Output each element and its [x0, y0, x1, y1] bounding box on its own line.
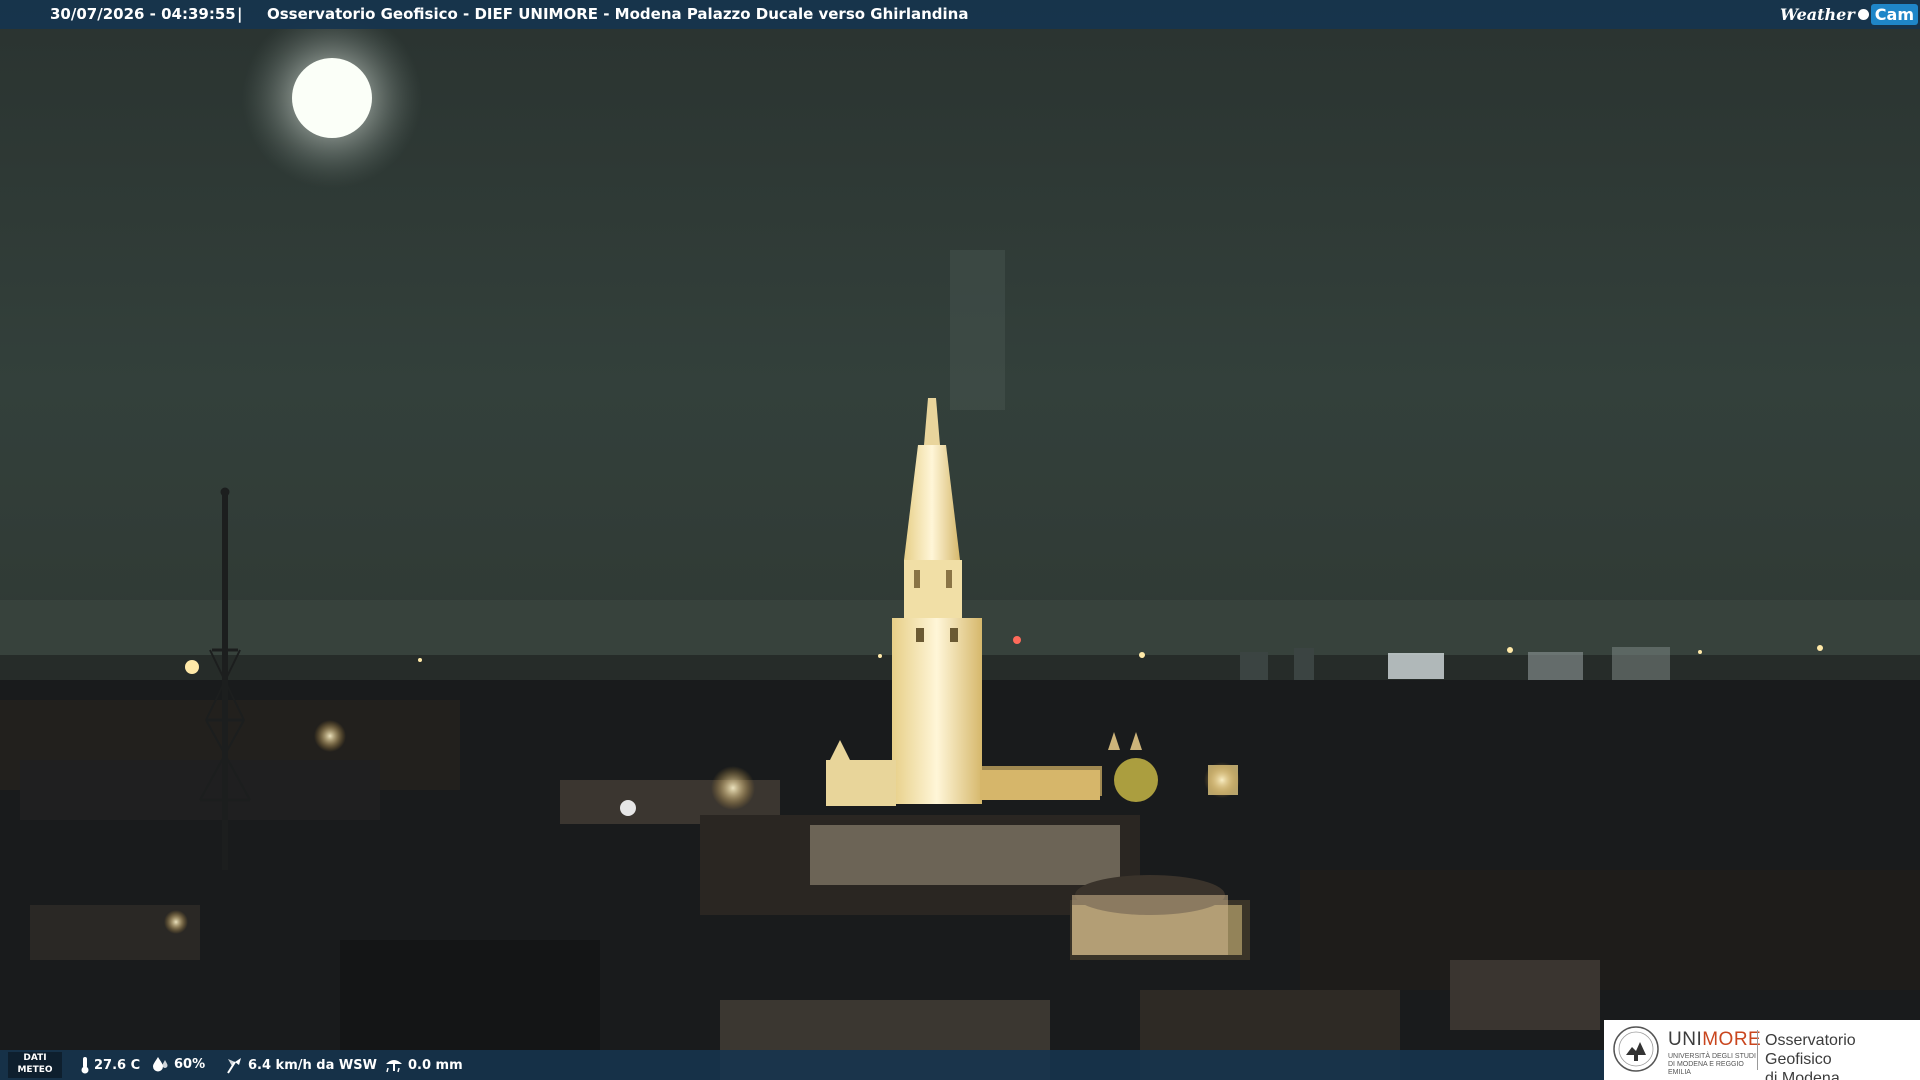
humidity-readout: 60%: [152, 1056, 205, 1072]
wind-icon: [227, 1058, 241, 1074]
observatory-name: Osservatorio Geofisico di Modena: [1765, 1031, 1920, 1080]
wind-readout: 6.4 km/h da WSW: [224, 1056, 377, 1074]
moon: [292, 58, 372, 138]
webcam-image: [0, 0, 1920, 1080]
weathercam-logo-cam: Cam: [1870, 4, 1918, 25]
illuminated-tree: [1114, 758, 1158, 802]
distant-building: [1240, 652, 1268, 682]
temperature-readout: 27.6 C: [80, 1056, 140, 1074]
meteo-bar: DATI METEO 27.6 C 60% 6.4 km/h da WSW 0.…: [0, 1050, 1604, 1080]
weathercam-logo[interactable]: Weather Cam: [1780, 3, 1918, 26]
webcam-frame: 30/07/2026 - 04:39:55 | Osservatorio Geo…: [0, 0, 1920, 1080]
observatory-name-line2: di Modena: [1765, 1070, 1840, 1080]
title-separator: |: [237, 5, 243, 23]
street-lamp-glow: [1204, 762, 1240, 798]
unimore-wordmark: UNIMORE: [1668, 1029, 1761, 1051]
logo-divider: [1757, 1030, 1758, 1070]
dome-drum: [1072, 895, 1228, 955]
wind-value: 6.4 km/h da WSW: [248, 1057, 377, 1073]
street-lamp: [620, 800, 636, 816]
distant-building: [1612, 647, 1670, 680]
unimore-wordmark-uni: UNI: [1668, 1029, 1703, 1050]
street-lamp-glow: [314, 720, 346, 752]
rain-value: 0.0 mm: [408, 1057, 463, 1073]
observatory-name-line1: Osservatorio Geofisico: [1765, 1032, 1856, 1068]
distant-building: [1388, 653, 1444, 679]
street-lamp-glow: [164, 910, 188, 934]
dati-meteo-label: DATI METEO: [8, 1052, 62, 1078]
distant-building: [1294, 648, 1314, 682]
timestamp: 30/07/2026 - 04:39:55: [50, 5, 236, 23]
unimore-subtitle: UNIVERSITÀ DEGLI STUDI DI MODENA E REGGI…: [1668, 1053, 1756, 1076]
rain-gauge-icon: [386, 1060, 402, 1073]
unimore-observatory-logo: UNIMORE UNIVERSITÀ DEGLI STUDI DI MODENA…: [1604, 1020, 1920, 1080]
camera-title: Osservatorio Geofisico - DIEF UNIMORE - …: [267, 5, 969, 23]
temperature-value: 27.6 C: [94, 1057, 141, 1073]
rain-readout: 0.0 mm: [384, 1056, 463, 1074]
dati-meteo-line1: DATI: [23, 1053, 47, 1063]
thermometer-icon: [81, 1057, 89, 1074]
humidity-drop-icon: [153, 1057, 168, 1072]
weathercam-logo-word: Weather: [1779, 5, 1855, 24]
dati-meteo-line2: METEO: [17, 1065, 53, 1075]
top-info-bar: 30/07/2026 - 04:39:55 | Osservatorio Geo…: [0, 0, 1920, 29]
unimore-seal-icon: [1613, 1026, 1659, 1072]
distant-building: [1528, 652, 1583, 680]
weathercam-logo-dot: [1857, 9, 1869, 20]
street-lamp-glow: [711, 766, 755, 810]
unimore-wordmark-more: MORE: [1702, 1029, 1762, 1050]
humidity-value: 60%: [174, 1056, 206, 1072]
lens-reflection: [950, 250, 1005, 410]
